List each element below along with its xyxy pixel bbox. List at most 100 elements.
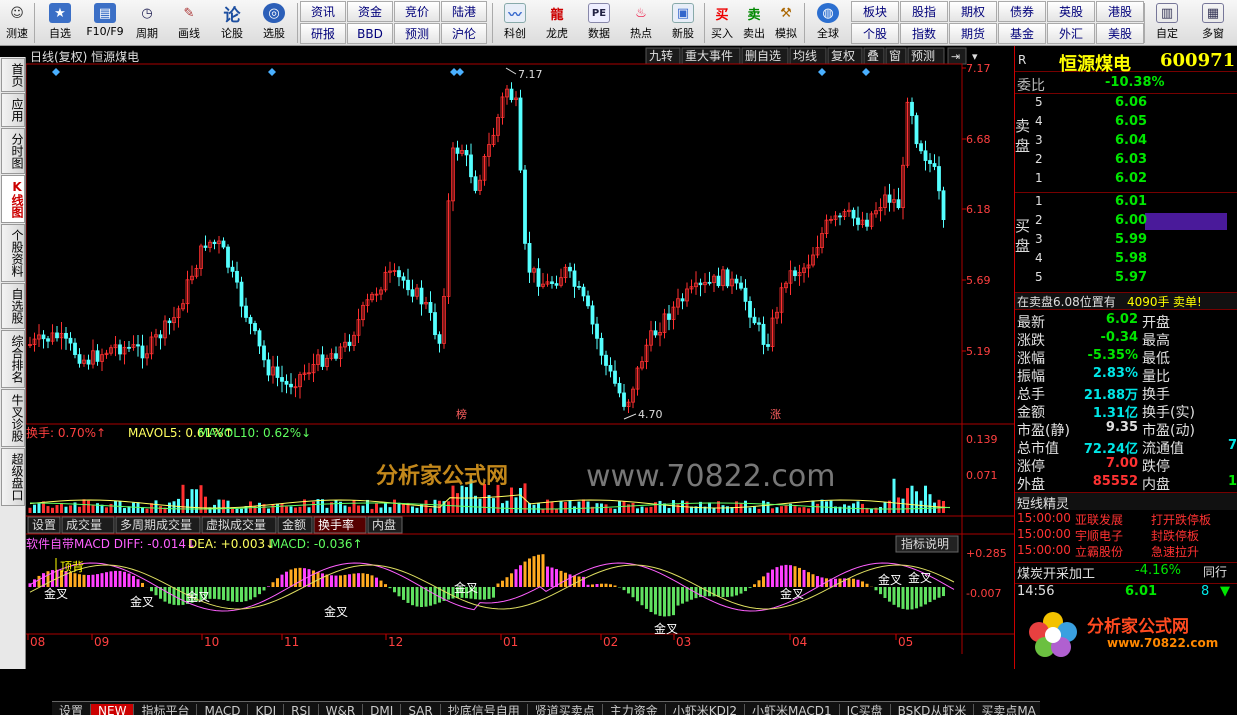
- grid-funds[interactable]: 基金: [998, 23, 1046, 44]
- buy-button[interactable]: 买 买入: [707, 1, 737, 45]
- grid-us-stocks[interactable]: 美股: [1096, 23, 1144, 44]
- buy-level-2[interactable]: 26.00: [1015, 213, 1237, 232]
- sell-level-4[interactable]: 46.05: [1015, 114, 1237, 133]
- sell-level-2[interactable]: 26.03: [1015, 152, 1237, 171]
- indicator-tab-8[interactable]: SAR: [401, 704, 440, 715]
- indicator-tab-13[interactable]: 小虾米MACD1: [745, 704, 840, 715]
- diff-line: [30, 563, 954, 611]
- grid-stock-index[interactable]: 股指: [900, 1, 948, 22]
- sell-level-num: 5: [1035, 95, 1043, 109]
- indicator-tab-9[interactable]: 抄底信号自用: [441, 704, 528, 715]
- side-tab-4[interactable]: 个股资料: [1, 224, 25, 282]
- candle-body: [96, 351, 99, 362]
- side-tab-7[interactable]: 牛叉诊股: [1, 389, 25, 447]
- draw-button[interactable]: ✎ 画线: [170, 1, 208, 45]
- grid-bonds[interactable]: 债券: [998, 1, 1046, 22]
- side-tab-8[interactable]: 超级盘口: [1, 448, 25, 506]
- newstock-button[interactable]: ▣ 新股: [664, 1, 702, 45]
- grid-news[interactable]: 资讯: [300, 1, 346, 22]
- volume-bar: [884, 502, 887, 513]
- sell-level-5[interactable]: 56.06: [1015, 95, 1237, 114]
- indicator-tab-11[interactable]: 主力资金: [603, 704, 666, 715]
- indicator-tab-10[interactable]: 贤道买卖点: [528, 704, 603, 715]
- grid-uk-stocks[interactable]: 英股: [1047, 1, 1095, 22]
- grid-bbd[interactable]: BBD: [347, 23, 393, 44]
- buy-level-3[interactable]: 35.99: [1015, 232, 1237, 251]
- buy-level-5[interactable]: 55.97: [1015, 270, 1237, 289]
- side-tab-5[interactable]: 自选股: [1, 283, 25, 329]
- data-button[interactable]: PE 数据: [580, 1, 618, 45]
- grid-research[interactable]: 研报: [300, 23, 346, 44]
- macd-bar: [141, 583, 144, 587]
- stat-value-2: 1: [1185, 474, 1237, 489]
- macd-signal-1: 金叉: [44, 586, 68, 601]
- select-stock-button[interactable]: ◎ 选股: [254, 1, 294, 45]
- f10-button[interactable]: ▤ F10/F9: [82, 1, 128, 45]
- indicator-tab-1[interactable]: NEW: [91, 704, 134, 715]
- sell-level-3[interactable]: 36.04: [1015, 133, 1237, 152]
- watchlist-button[interactable]: ★ 自选: [40, 1, 80, 45]
- grid-auction[interactable]: 竞价: [394, 1, 440, 22]
- dragon-button[interactable]: 龍 龙虎: [538, 1, 576, 45]
- macd-bar: [150, 587, 153, 591]
- side-tab-6[interactable]: 综合排名: [1, 330, 25, 388]
- sector-row[interactable]: 煤炭开采加工 -4.16% 同行: [1015, 562, 1237, 581]
- grid-forex[interactable]: 外汇: [1047, 23, 1095, 44]
- buy-level-4[interactable]: 45.98: [1015, 251, 1237, 270]
- grid-futures[interactable]: 期货: [949, 23, 997, 44]
- grid-hk-connect[interactable]: 陆港: [441, 1, 487, 22]
- sell-level-1[interactable]: 16.02: [1015, 171, 1237, 190]
- test-button[interactable]: ☺ 测速: [2, 1, 32, 45]
- side-tab-0[interactable]: 首页: [1, 58, 25, 92]
- grid-shanghai-london[interactable]: 沪伦: [441, 23, 487, 44]
- side-tab-2[interactable]: 分时图: [1, 128, 25, 174]
- sell-level-num: 4: [1035, 114, 1043, 128]
- indicator-tab-15[interactable]: BSKD从虾米: [891, 704, 975, 715]
- simulate-button[interactable]: ⚒ 模拟: [771, 1, 801, 45]
- side-tab-3[interactable]: K线图: [1, 175, 25, 223]
- grid-hk-stocks[interactable]: 港股: [1096, 1, 1144, 22]
- indicator-tab-bar: 设置NEW指标平台MACDKDJRSIW&RDMISAR抄底信号自用贤道买卖点主…: [52, 701, 1040, 715]
- period-button[interactable]: ◷ 周期: [128, 1, 166, 45]
- candle-body: [852, 210, 855, 218]
- grid-options[interactable]: 期权: [949, 1, 997, 22]
- sell-button[interactable]: 卖 卖出: [739, 1, 769, 45]
- grid-forecast[interactable]: 预测: [394, 23, 440, 44]
- volume-bar: [578, 502, 581, 513]
- grid-individual[interactable]: 个股: [851, 23, 899, 44]
- indicator-tab-14[interactable]: JC买盘: [840, 704, 891, 715]
- stat-value: -5.35%: [1015, 348, 1138, 363]
- indicator-tab-7[interactable]: DMI: [363, 704, 401, 715]
- kline-tech-button[interactable]: 〰 科创: [496, 1, 534, 45]
- elf-item[interactable]: 15:00:00宇顺电子封跌停板: [1015, 527, 1237, 543]
- volume-bar: [173, 501, 176, 513]
- indicator-tab-3[interactable]: MACD: [197, 704, 248, 715]
- forum-button[interactable]: 论 论股: [214, 1, 250, 45]
- stat-value: 72.24亿: [1015, 438, 1138, 457]
- indicator-tab-5[interactable]: RSI: [284, 704, 319, 715]
- indicator-tab-6[interactable]: W&R: [319, 704, 364, 715]
- kline-chart-area[interactable]: 日线(复权) 恒源煤电 九转重大事件删自选均线复权叠窗预测⇥▾ 7.176.68…: [26, 46, 1014, 669]
- indicator-tab-2[interactable]: 指标平台: [134, 704, 197, 715]
- global-button[interactable]: ◍ 全球: [808, 1, 848, 45]
- buy-level-1[interactable]: 16.01: [1015, 194, 1237, 213]
- grid-fund[interactable]: 资金: [347, 1, 393, 22]
- indicator-tab-4[interactable]: KDJ: [248, 704, 284, 715]
- indicator-tab-12[interactable]: 小虾米KDJ2: [666, 704, 745, 715]
- stat-value: 7.00: [1015, 456, 1138, 471]
- custom-button[interactable]: ▥ 自定: [1148, 1, 1186, 45]
- indicator-tab-0[interactable]: 设置: [52, 704, 91, 715]
- elf-item[interactable]: 15:00:00亚联发展打开跌停板: [1015, 511, 1237, 527]
- elf-item[interactable]: 15:00:00立霸股份急速拉升: [1015, 543, 1237, 559]
- volume-bar: [389, 507, 392, 513]
- hotspot-button[interactable]: ♨ 热点: [622, 1, 660, 45]
- elf-header[interactable]: 短线精灵: [1015, 492, 1237, 510]
- macd-bar: [348, 574, 351, 587]
- candle-body: [87, 360, 90, 364]
- grid-index[interactable]: 指数: [900, 23, 948, 44]
- side-tab-1[interactable]: 应用: [1, 93, 25, 127]
- indicator-tab-16[interactable]: 买卖点MA: [974, 704, 1040, 715]
- grid-sector[interactable]: 板块: [851, 1, 899, 22]
- sector-peers[interactable]: 同行: [1203, 563, 1227, 580]
- multi-button[interactable]: ▦ 多窗: [1194, 1, 1232, 45]
